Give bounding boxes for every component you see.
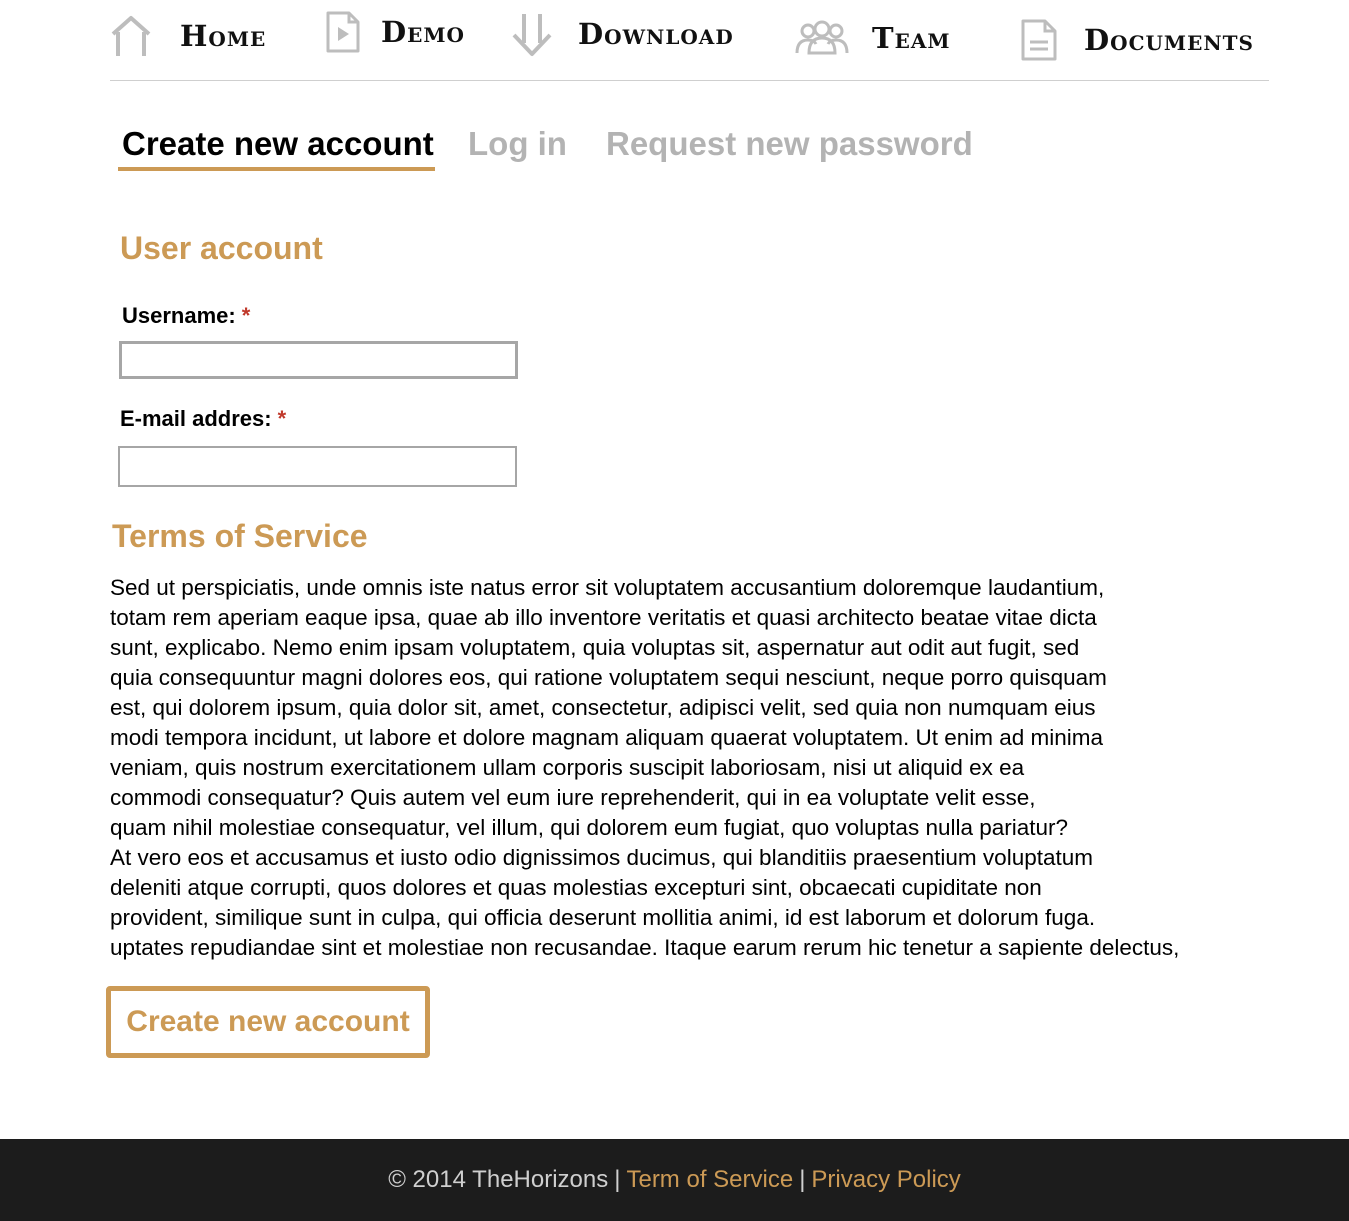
demo-icon xyxy=(325,10,361,54)
nav-documents-link[interactable]: Documents xyxy=(1020,16,1254,64)
create-new-account-button[interactable]: Create new account xyxy=(106,986,430,1058)
email-input[interactable] xyxy=(118,446,517,487)
nav-team-link[interactable]: Team xyxy=(794,14,950,62)
user-account-heading: User account xyxy=(120,230,323,266)
nav-home-link[interactable]: Home xyxy=(110,12,266,60)
footer-separator: | xyxy=(799,1166,806,1193)
terms-line: provident, similique sunt in culpa, qui … xyxy=(110,905,1096,930)
terms-line: uptates repudiandae sint et molestiae no… xyxy=(110,935,1180,960)
username-input[interactable] xyxy=(119,341,518,379)
username-label: Username: * xyxy=(122,303,250,329)
document-icon xyxy=(1020,18,1058,62)
footer: © 2014 TheHorizons | Term of Service | P… xyxy=(0,1139,1349,1221)
team-icon xyxy=(794,20,850,56)
terms-of-service-link[interactable]: Term of Service xyxy=(626,1166,793,1194)
terms-line: deleniti atque corrupti, quos dolores et… xyxy=(110,875,1042,900)
required-asterisk: * xyxy=(277,406,287,431)
nav-demo-label: Demo xyxy=(381,15,465,49)
terms-line: At vero eos et accusamus et iusto odio d… xyxy=(110,845,1093,870)
terms-line: modi tempora incidunt, ut labore et dolo… xyxy=(110,725,1104,750)
footer-separator: | xyxy=(614,1166,621,1193)
terms-line: est, qui dolorem ipsum, quia dolor sit, … xyxy=(110,695,1096,720)
nav-demo-link[interactable]: Demo xyxy=(325,8,465,56)
terms-line: veniam, quis nostrum exercitationem ulla… xyxy=(110,755,1025,780)
copyright-text: © 2014 TheHorizons xyxy=(388,1166,609,1193)
nav-download-link[interactable]: Download xyxy=(510,10,734,58)
privacy-policy-link[interactable]: Privacy Policy xyxy=(811,1166,960,1194)
tab-log-in[interactable]: Log in xyxy=(468,125,567,163)
nav-documents-label: Documents xyxy=(1084,23,1254,57)
terms-heading: Terms of Service xyxy=(112,518,368,554)
required-asterisk: * xyxy=(241,303,251,328)
email-label-text: E-mail addres: xyxy=(120,406,272,431)
terms-line: quia consequuntur magni dolores eos, qui… xyxy=(110,665,1107,690)
username-label-text: Username: xyxy=(122,303,236,328)
tab-request-new-password[interactable]: Request new password xyxy=(606,125,973,163)
terms-line: totam rem aperiam eaque ipsa, quae ab il… xyxy=(110,605,1097,630)
terms-line: Sed ut perspiciatis, unde omnis iste nat… xyxy=(110,575,1105,600)
nav-team-label: Team xyxy=(872,21,951,55)
download-icon xyxy=(510,11,554,57)
home-icon xyxy=(110,14,152,58)
terms-line: quam nihil molestiae consequatur, vel il… xyxy=(110,815,1069,840)
nav-download-label: Download xyxy=(578,17,734,51)
active-tab-underline xyxy=(118,167,435,171)
email-label: E-mail addres: * xyxy=(120,406,286,432)
terms-line: sunt, explicabo. Nemo enim ipsam volupta… xyxy=(110,635,1080,660)
tab-create-new-account[interactable]: Create new account xyxy=(122,125,434,163)
top-navigation: Home Demo Download Team Documents xyxy=(110,0,1269,81)
terms-text: Sed ut perspiciatis, unde omnis iste nat… xyxy=(110,573,1290,963)
terms-line: commodi consequatur? Quis autem vel eum … xyxy=(110,785,1036,810)
nav-home-label: Home xyxy=(180,19,267,53)
